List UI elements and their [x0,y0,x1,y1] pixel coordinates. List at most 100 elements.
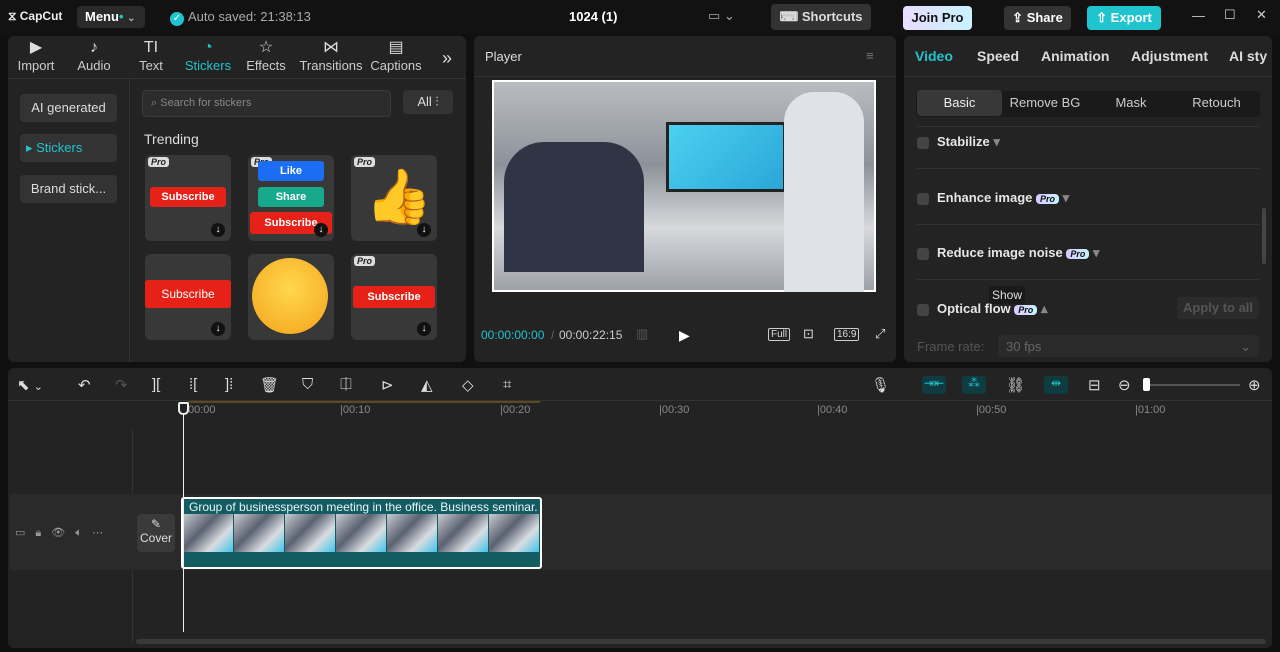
sticker-item[interactable]: Pro Subscribe ↓ [351,254,437,340]
zoom-in-icon[interactable]: ⊕ [1248,376,1261,394]
fullscreen-icon[interactable]: ⤢ [875,326,885,342]
magnet-icon[interactable]: ⇥⇤ [922,376,946,394]
full-button[interactable]: Full [768,328,791,341]
export-button[interactable]: ⇧ Export [1087,6,1161,30]
zoom-out-icon[interactable]: ⊖ [1118,376,1131,394]
share-button[interactable]: ⇪ Share [1004,6,1071,30]
tab-label: Captions [370,58,422,73]
checkbox[interactable] [917,136,929,149]
sticker-item[interactable]: Pro 👍 ↓ [351,155,437,241]
shortcuts-button[interactable]: ⌨ Shortcuts [771,4,871,30]
split-icon[interactable]: ][ [152,376,160,393]
tab-video[interactable]: Video [915,48,953,64]
preview-axis-icon[interactable]: ⇹ [1044,376,1068,394]
rotate-icon[interactable]: ◇ [462,376,474,394]
tab-label: Text [139,58,163,73]
waveform-icon[interactable]: ▥ [636,326,648,342]
close-icon[interactable]: ✕ [1256,7,1267,23]
subtab-remove-bg[interactable]: Remove BG [1002,90,1088,116]
download-icon: ↓ [417,322,431,336]
player-menu-icon[interactable]: ≡ [866,48,874,63]
mirror-icon[interactable]: ◭ [421,376,433,394]
sidebar-item-brand-stickers[interactable]: Brand stick... [20,175,117,203]
sticker-item[interactable]: Subscribe ↓ [145,254,231,340]
more-tabs-icon[interactable]: » [442,48,452,69]
caret-up-icon[interactable]: ▴ [1041,301,1048,316]
scrollbar[interactable] [1262,208,1266,264]
audio-mute-icon[interactable]: 🔈︎ [75,527,92,539]
undo-icon[interactable]: ↶ [78,376,91,394]
more-icon[interactable]: ⋯ [92,527,113,539]
playhead[interactable] [183,402,184,632]
subtab-basic[interactable]: Basic [917,90,1002,116]
sticker-search-input[interactable]: ⌕ Search for stickers [142,90,391,117]
sidebar-item-stickers[interactable]: ▸ Stickers [20,134,117,162]
apply-to-all-button[interactable]: Apply to all [1177,297,1259,319]
keyboard-icon: ⌨ [779,9,799,24]
layout-icon[interactable]: ▭ ⌄ [708,8,735,24]
sidebar-item-ai-generated[interactable]: AI generated [20,94,117,122]
option-enhance-image[interactable]: Enhance image Pro ▾ [917,190,1069,206]
split-left-icon[interactable]: ⁞[ [189,376,197,393]
zoom-slider[interactable] [1146,384,1240,386]
tab-audio[interactable]: ♪ Audio [70,38,118,73]
divider [8,78,466,79]
join-pro-button[interactable]: Join Pro [903,6,972,30]
zoom-fit-icon[interactable]: ⊟ [1088,376,1101,394]
tab-text[interactable]: TI Text [130,38,172,73]
zoom-slider-handle[interactable] [1143,378,1150,391]
caret-down-icon[interactable]: ▾ [1063,190,1070,205]
tab-speed[interactable]: Speed [977,48,1019,64]
select-tool-icon[interactable]: ⬉ ⌄ [17,376,43,394]
maximize-icon[interactable]: ☐ [1224,7,1236,23]
freeze-icon[interactable]: ⎅ [340,376,352,393]
minimize-icon[interactable]: — [1192,8,1205,23]
video-preview[interactable] [492,80,876,292]
menu-button[interactable]: Menu• ⌄ [77,6,145,28]
option-reduce-noise[interactable]: Reduce image noise Pro ▾ [917,245,1100,261]
lock-icon[interactable]: 🔒︎ [35,527,51,539]
link-snap-icon[interactable]: ⁂ [962,376,986,394]
tab-effects[interactable]: ☆ Effects [244,38,288,73]
tab-transitions[interactable]: ⋈ Transitions [298,38,364,73]
tab-import[interactable]: ▶ Import [10,38,62,73]
subtab-retouch[interactable]: Retouch [1174,90,1259,116]
tab-adjustment[interactable]: Adjustment [1131,48,1208,64]
playhead-handle[interactable] [178,402,189,415]
caret-down-icon[interactable]: ▾ [1093,245,1100,260]
checkbox[interactable] [917,303,929,316]
tab-captions[interactable]: ▤ Captions [368,38,424,73]
split-right-icon[interactable]: ]⁞ [225,376,233,393]
caret-down-icon[interactable]: ▾ [993,134,1000,149]
eye-icon[interactable]: 👁︎ [51,527,75,539]
redo-icon[interactable]: ↷ [115,376,128,394]
filter-button[interactable]: All ⫶ [403,90,453,114]
clip-thumbnail [234,514,284,552]
link-icon[interactable]: ⛓ [1006,376,1025,394]
sticker-item[interactable]: Pro Subscribe ↓ [145,155,231,241]
microphone-icon[interactable]: 🎙 [871,376,890,394]
horizontal-scrollbar[interactable] [136,639,1266,644]
tab-label: Effects [246,58,286,73]
tab-animation[interactable]: Animation [1041,48,1109,64]
fit-icon[interactable]: ⊡ [803,326,814,342]
checkbox[interactable] [917,192,929,205]
clip-thumbnail [336,514,386,552]
play-icon[interactable]: ▶ [679,327,690,344]
reverse-icon[interactable]: ⊳ [381,376,394,394]
option-optical-flow[interactable]: Optical flow Pro ▴ [917,301,1047,317]
tab-ai-stylize[interactable]: AI styli [1229,48,1267,64]
checkbox[interactable] [917,247,929,260]
frame-rate-select[interactable]: 30 fps ⌄ [998,335,1259,357]
cover-button[interactable]: ✎ Cover [137,514,175,552]
delete-icon[interactable]: 🗑 [260,376,279,394]
track-icon[interactable]: ▭ [15,527,35,539]
sticker-item[interactable]: ProLikeShareSubscribe↓ [248,155,334,241]
crop-icon[interactable]: ⌗ [503,376,511,393]
subtab-mask[interactable]: Mask [1088,90,1174,116]
ratio-button[interactable]: 16:9 [834,328,860,341]
sticker-item[interactable] [248,254,334,340]
tab-stickers[interactable]: ◔ Stickers [183,38,233,73]
marker-icon[interactable]: ⛉ [302,376,313,393]
option-stabilize[interactable]: Stabilize ▾ [917,134,1000,150]
